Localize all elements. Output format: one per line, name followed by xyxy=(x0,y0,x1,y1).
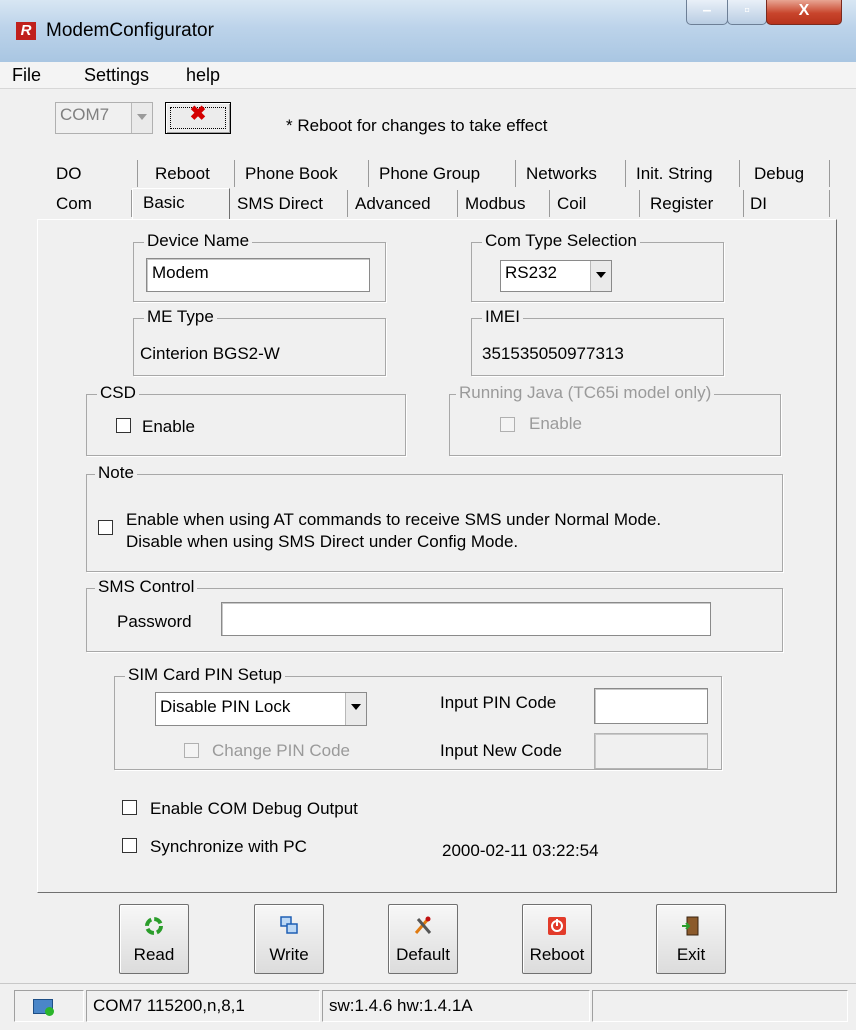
maximize-icon: ▫ xyxy=(744,2,750,19)
device-name-input[interactable]: Modem xyxy=(146,258,370,292)
debug-output-label: Enable COM Debug Output xyxy=(150,799,358,818)
sms-control-legend: SMS Control xyxy=(95,577,198,597)
tab-modbus[interactable]: Modbus xyxy=(458,190,550,217)
java-group: Running Java (TC65i model only) xyxy=(449,383,781,456)
new-code-input[interactable] xyxy=(594,733,708,769)
chevron-down-icon xyxy=(590,261,611,291)
csd-enable-label: Enable xyxy=(142,417,195,436)
write-label: Write xyxy=(269,945,309,964)
menu-file[interactable]: File xyxy=(12,65,41,86)
me-type-legend: ME Type xyxy=(144,307,217,327)
change-pin-label: Change PIN Code xyxy=(212,741,350,760)
menu-settings[interactable]: Settings xyxy=(84,65,149,86)
menu-help[interactable]: help xyxy=(186,65,220,86)
tab-advanced[interactable]: Advanced xyxy=(348,190,458,217)
sync-pc-label: Synchronize with PC xyxy=(150,837,307,856)
note-line-2: Disable when using SMS Direct under Conf… xyxy=(126,532,519,551)
tab-sms-direct[interactable]: SMS Direct xyxy=(230,190,348,217)
default-label: Default xyxy=(396,945,450,964)
csd-legend: CSD xyxy=(97,383,139,403)
com-type-select[interactable]: RS232 xyxy=(500,260,612,292)
sim-pin-legend: SIM Card PIN Setup xyxy=(125,665,286,685)
maximize-button[interactable]: ▫ xyxy=(727,0,767,25)
csd-enable-checkbox[interactable] xyxy=(116,418,131,433)
tab-init-string[interactable]: Init. String xyxy=(626,160,740,187)
input-pin-label: Input PIN Code xyxy=(440,693,557,712)
tab-phone-book[interactable]: Phone Book xyxy=(235,160,369,187)
pin-lock-select[interactable]: Disable PIN Lock xyxy=(155,692,367,726)
read-button[interactable]: Read xyxy=(119,904,189,974)
note-checkbox[interactable] xyxy=(98,520,113,535)
port-status: COM7 115200,n,8,1 xyxy=(86,990,320,1022)
default-button[interactable]: Default xyxy=(388,904,458,974)
tab-coil[interactable]: Coil xyxy=(550,190,640,217)
minimize-icon: – xyxy=(702,2,712,19)
title-bar[interactable]: R ModemConfigurator – ▫ X xyxy=(0,0,856,62)
tab-do[interactable]: DO xyxy=(46,160,138,187)
com-type-value: RS232 xyxy=(505,263,557,282)
version-status: sw:1.4.6 hw:1.4.1A xyxy=(322,990,590,1022)
reboot-note: * Reboot for changes to take effect xyxy=(286,116,548,135)
pin-lock-value: Disable PIN Lock xyxy=(160,697,291,716)
write-windows-icon xyxy=(279,915,299,937)
read-label: Read xyxy=(133,945,175,964)
exit-label: Exit xyxy=(676,945,706,964)
sync-pc-checkbox[interactable] xyxy=(122,838,137,853)
power-icon xyxy=(547,915,567,937)
close-icon: X xyxy=(798,2,810,19)
recycle-icon xyxy=(144,915,164,937)
debug-output-checkbox[interactable] xyxy=(122,800,137,815)
imei-legend: IMEI xyxy=(482,307,523,327)
tab-di[interactable]: DI xyxy=(744,190,830,217)
tab-debug[interactable]: Debug xyxy=(744,160,830,187)
password-input[interactable] xyxy=(221,602,711,636)
tab-networks[interactable]: Networks xyxy=(516,160,626,187)
status-bar: COM7 115200,n,8,1 sw:1.4.6 hw:1.4.1A xyxy=(0,983,856,1030)
csd-group: CSD xyxy=(86,383,406,456)
java-enable-label: Enable xyxy=(529,414,582,433)
red-x-icon: ✖ xyxy=(189,103,207,125)
tab-basic[interactable]: Basic xyxy=(132,188,230,220)
tab-register[interactable]: Register xyxy=(640,190,744,217)
note-legend: Note xyxy=(95,463,137,483)
app-logo-icon: R xyxy=(16,22,36,40)
port-select[interactable]: COM7 xyxy=(55,102,153,134)
exit-door-icon xyxy=(681,915,701,937)
write-button[interactable]: Write xyxy=(254,904,324,974)
chevron-down-icon xyxy=(131,103,152,133)
tab-phone-group[interactable]: Phone Group xyxy=(369,160,516,187)
tab-com[interactable]: Com xyxy=(46,190,132,217)
reboot-label: Reboot xyxy=(529,945,585,964)
reboot-button[interactable]: Reboot xyxy=(522,904,592,974)
status-empty-pane xyxy=(592,990,848,1022)
close-button[interactable]: X xyxy=(766,0,842,25)
window-title: ModemConfigurator xyxy=(46,20,214,41)
java-enable-checkbox[interactable] xyxy=(500,417,515,432)
port-select-value: COM7 xyxy=(60,105,110,124)
com-type-legend: Com Type Selection xyxy=(482,231,640,251)
exit-button[interactable]: Exit xyxy=(656,904,726,974)
imei-value: 351535050977313 xyxy=(482,344,624,363)
status-icon-pane xyxy=(14,990,84,1022)
change-pin-checkbox[interactable] xyxy=(184,743,199,758)
disconnect-button[interactable]: ✖ xyxy=(165,102,231,134)
tab-reboot[interactable]: Reboot xyxy=(145,160,235,187)
chevron-down-icon xyxy=(345,693,366,725)
tools-icon xyxy=(413,915,433,937)
java-legend: Running Java (TC65i model only) xyxy=(456,383,715,403)
device-name-legend: Device Name xyxy=(144,231,253,251)
menu-bar: File Settings help xyxy=(0,62,856,89)
device-name-value: Modem xyxy=(152,263,209,282)
datetime-value: 2000-02-11 03:22:54 xyxy=(442,841,599,860)
connection-dot-icon xyxy=(45,1007,54,1016)
me-type-value: Cinterion BGS2-W xyxy=(140,344,280,363)
pin-code-input[interactable] xyxy=(594,688,708,724)
minimize-button[interactable]: – xyxy=(686,0,728,25)
input-new-code-label: Input New Code xyxy=(440,741,562,760)
password-label: Password xyxy=(117,612,192,631)
app-window: R ModemConfigurator – ▫ X File Settings … xyxy=(0,0,856,1030)
note-line-1: Enable when using AT commands to receive… xyxy=(126,510,662,529)
